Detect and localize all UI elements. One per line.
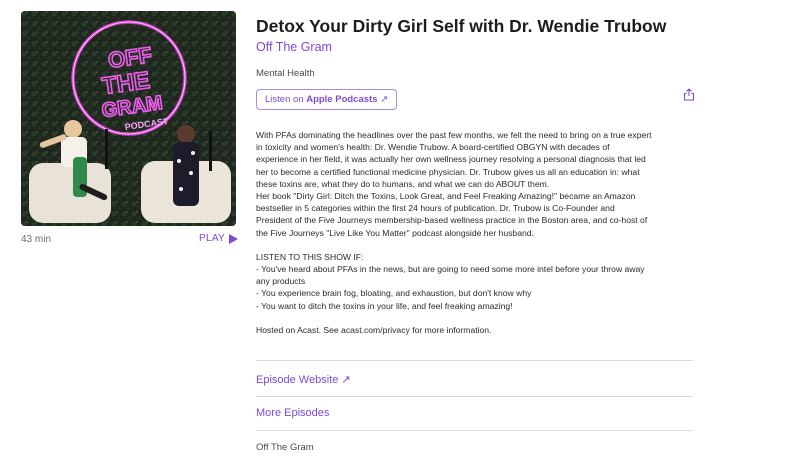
episode-artwork: OFF THE GRAM PODCAST xyxy=(21,11,236,226)
description-line: - You experience brain fog, bloating, an… xyxy=(256,288,532,299)
description-spacer xyxy=(256,239,696,251)
episode-duration: 43 min xyxy=(21,234,52,245)
footer-show-name: Off The Gram xyxy=(256,442,314,453)
external-link-icon: ↗ xyxy=(380,94,389,105)
episode-title: Detox Your Dirty Girl Self with Dr. Wend… xyxy=(256,16,667,36)
description-line: bestseller in 5 categories within the fi… xyxy=(256,203,615,214)
share-icon xyxy=(683,88,695,101)
description-line: Her book "Dirty Girl: Ditch the Toxins, … xyxy=(256,191,636,202)
divider xyxy=(256,430,693,431)
description-line: - You want to ditch the toxins in your l… xyxy=(256,300,513,311)
play-button[interactable]: PLAY xyxy=(199,233,239,244)
description-line: - You've heard about PFAs in the news, b… xyxy=(256,264,645,275)
share-button[interactable] xyxy=(683,88,695,106)
description-line: the Five Journeys "Live Like You Matter"… xyxy=(256,227,534,238)
listen-prefix: Listen on xyxy=(265,94,307,105)
episode-website-link[interactable]: Episode Website ↗ xyxy=(256,373,351,386)
play-label: PLAY xyxy=(199,233,226,244)
show-name-link[interactable]: Off The Gram xyxy=(256,39,696,56)
episode-category: Mental Health xyxy=(256,68,315,79)
listen-on-apple-podcasts-button[interactable]: Listen on Apple Podcasts ↗ xyxy=(256,89,398,110)
episode-header: Detox Your Dirty Girl Self with Dr. Wend… xyxy=(256,14,696,110)
description-line: any products xyxy=(256,276,306,287)
description-line: Hosted on Acast. See acast.com/privacy f… xyxy=(256,324,492,335)
divider xyxy=(256,360,693,361)
episode-description: With PFAs dominating the headlines over … xyxy=(256,129,696,336)
play-icon xyxy=(229,233,239,244)
description-spacer xyxy=(256,312,696,324)
listen-brand: Apple Podcasts xyxy=(306,94,378,105)
description-line: experience in her field, it was actually… xyxy=(256,154,646,165)
more-episodes-link[interactable]: More Episodes xyxy=(256,407,329,419)
description-line: these toxins are, what they do to humans… xyxy=(256,178,550,189)
description-line: in toxicity and women's health: Dr. Wend… xyxy=(256,142,610,153)
description-line: With PFAs dominating the headlines over … xyxy=(256,130,652,140)
description-line: LISTEN TO THIS SHOW IF: xyxy=(256,251,364,262)
description-line: President of the Five Journeys membershi… xyxy=(256,215,648,226)
artwork-image: OFF THE GRAM PODCAST xyxy=(21,11,236,226)
divider xyxy=(256,396,693,397)
description-line: her to become a certified functional med… xyxy=(256,166,640,177)
